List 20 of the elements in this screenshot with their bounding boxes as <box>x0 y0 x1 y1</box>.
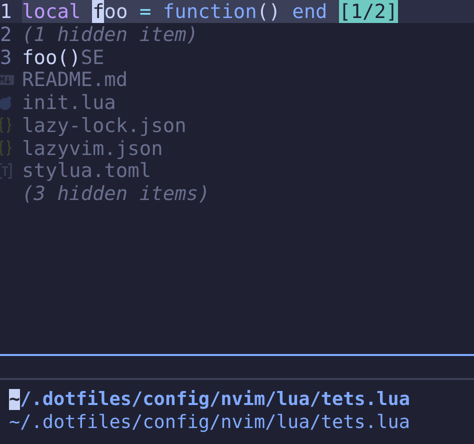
file-name: SE <box>80 46 104 68</box>
file-name: lazy-lock.json <box>22 114 186 137</box>
completion-item[interactable]: ~/.dotfiles/config/nvim/lua/tets.lua <box>9 412 410 433</box>
toml-icon <box>0 162 12 179</box>
line-number: 2 <box>0 22 13 46</box>
file-name: README.md <box>22 68 128 92</box>
file-name: init.lua <box>22 91 116 114</box>
file-name: lazyvim.json <box>22 136 163 160</box>
braces-icon <box>0 140 12 156</box>
file-name: stylua.toml <box>22 159 152 182</box>
command-input[interactable]: ~/.dotfiles/config/nvim/lua/tets.lua <box>9 389 410 410</box>
hidden-items-note: (1 hidden item) <box>22 22 198 46</box>
braces-icon <box>0 117 12 134</box>
code-line: foo() <box>22 46 81 68</box>
hidden-items-note: (3 hidden items) <box>22 182 210 206</box>
moon-icon <box>0 96 12 110</box>
line-number: 1 <box>0 0 13 23</box>
markdown-icon <box>0 74 14 86</box>
match-count-badge: [1/2] <box>339 0 398 23</box>
line-number: 3 <box>0 46 13 68</box>
